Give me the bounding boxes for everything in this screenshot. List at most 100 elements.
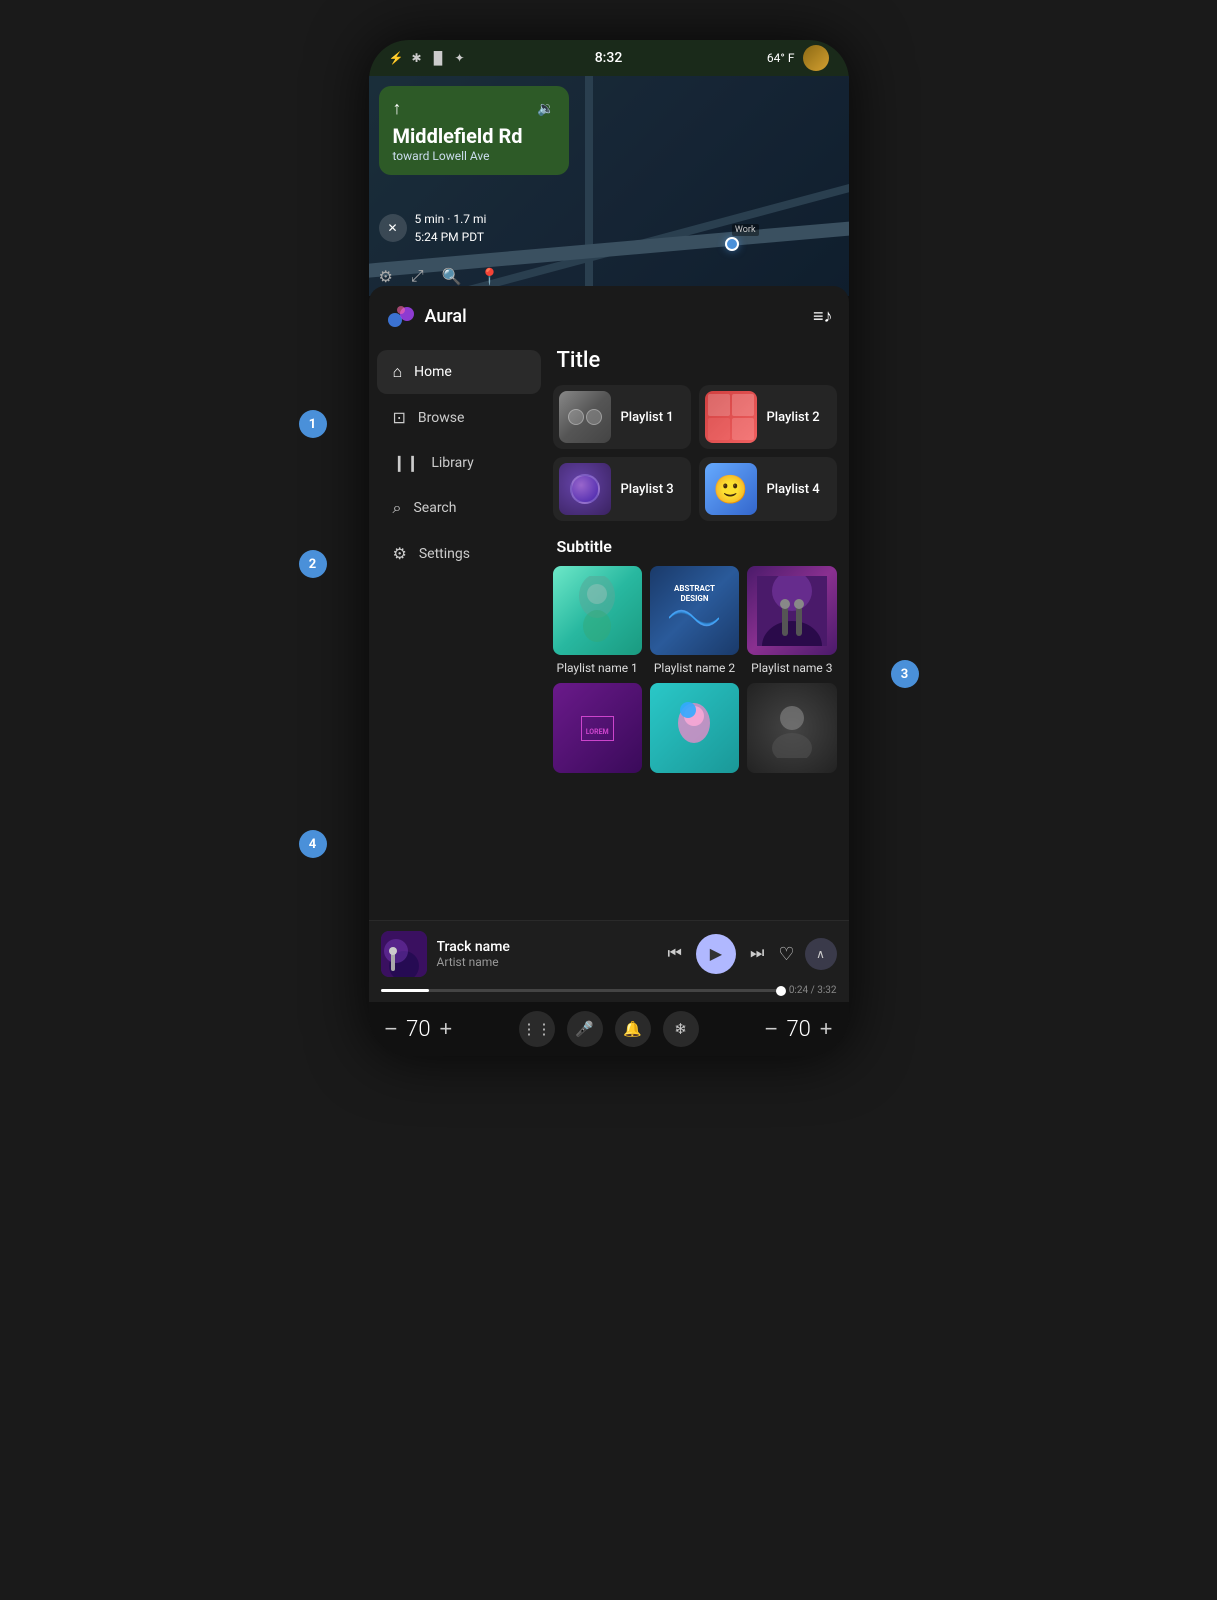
vol-left-plus[interactable]: +	[439, 1016, 452, 1042]
pin-icon[interactable]: 📍	[480, 267, 500, 286]
playlist-card-2[interactable]: Playlist 2	[699, 385, 837, 449]
playlist-v-3-name: Playlist name 3	[747, 661, 836, 675]
sidebar-item-home[interactable]: ⌂ Home	[377, 350, 541, 394]
library-icon: ❙❙	[393, 453, 420, 472]
playlist-thumb-v-6	[747, 683, 836, 772]
bluetooth-icon: ✱	[411, 51, 421, 65]
settings-icon: ⚙	[393, 544, 407, 563]
playlist-card-1[interactable]: Playlist 1	[553, 385, 691, 449]
nav-card-header: ↑ 🔉	[393, 98, 555, 119]
map-location-dot	[725, 237, 739, 251]
thumb-circle	[586, 409, 602, 425]
app-logo-area: Aural	[385, 300, 467, 332]
app-panel: Aural ≡♪ ⌂ Home ⊡ Browse ❙❙	[369, 286, 849, 1056]
avatar[interactable]	[803, 45, 829, 71]
playlist-1-name: Playlist 1	[621, 410, 674, 425]
map-road-2	[585, 76, 593, 296]
content-area: ⌂ Home ⊡ Browse ❙❙ Library ⌕ Search	[369, 340, 849, 920]
playlist-card-4[interactable]: 🙂 Playlist 4	[699, 457, 837, 521]
nav-arrow-icon: ↑	[393, 98, 402, 119]
playlist-v-1-name: Playlist name 1	[553, 661, 642, 675]
playlist-card-v-6[interactable]	[747, 683, 836, 773]
next-button[interactable]: ⏭	[746, 941, 768, 967]
map-work-label: Work	[732, 224, 759, 236]
sidebar-item-browse[interactable]: ⊡ Browse	[377, 396, 541, 439]
fan-icon[interactable]: ❄	[663, 1011, 699, 1047]
nav-street: Middlefield Rd	[393, 125, 555, 147]
play-button[interactable]: ▶	[696, 934, 736, 974]
playlist-thumb-4: 🙂	[705, 463, 757, 515]
playlist-2-name: Playlist 2	[767, 410, 820, 425]
annotation-3: 3	[891, 660, 919, 688]
playlist-thumb-v-5	[650, 683, 739, 772]
nav-card[interactable]: ↑ 🔉 Middlefield Rd toward Lowell Ave	[379, 86, 569, 175]
app-logo	[385, 300, 417, 332]
playlist-grid-3col: Playlist name 1 ABSTRACTDESIGN	[553, 566, 837, 675]
playlist-thumb-v-3	[747, 566, 836, 655]
progress-handle	[776, 986, 786, 996]
vol-right-minus[interactable]: −	[765, 1016, 778, 1042]
nav-eta-distance: 5 min · 1.7 mi	[415, 210, 487, 228]
time-display: 0:24 / 3:32	[789, 985, 837, 996]
annotation-2: 2	[299, 550, 327, 578]
nav-info-bar: ✕ 5 min · 1.7 mi 5:24 PM PDT	[379, 210, 487, 246]
bell-icon[interactable]: 🔔	[615, 1011, 651, 1047]
play-icon: ▶	[710, 944, 722, 964]
settings-map-icon[interactable]: ⚙	[379, 267, 393, 286]
playlist-thumb-2	[705, 391, 757, 443]
nav-volume-icon: 🔉	[537, 101, 554, 117]
playlist-card-v-2[interactable]: ABSTRACTDESIGN Playlist name 2	[650, 566, 739, 675]
sidebar-item-search[interactable]: ⌕ Search	[377, 486, 541, 530]
prev-button[interactable]: ⏮	[664, 941, 686, 967]
lorem-text: LOREM	[586, 728, 609, 736]
vol-right-plus[interactable]: +	[820, 1016, 833, 1042]
sidebar-library-label: Library	[431, 455, 473, 471]
sidebar-item-settings[interactable]: ⚙ Settings	[377, 532, 541, 575]
status-time: 8:32	[595, 50, 623, 66]
sidebar-settings-label: Settings	[419, 546, 470, 562]
playlist-thumb-v-4: LOREM	[553, 683, 642, 772]
playlist-card-v-3[interactable]: Playlist name 3	[747, 566, 836, 675]
playlist-thumb-v-1	[553, 566, 642, 655]
playlist-3-name: Playlist 3	[621, 482, 674, 497]
like-button[interactable]: ♡	[778, 944, 794, 965]
main-content: Title Playlist 1	[549, 340, 849, 920]
playlist-thumb-1	[559, 391, 611, 443]
player-track-name: Track name	[437, 939, 654, 955]
player-artist-name: Artist name	[437, 955, 654, 969]
playlist-card-3[interactable]: Playlist 3	[553, 457, 691, 521]
playlist-card-v-5[interactable]	[650, 683, 739, 773]
queue-icon[interactable]: ≡♪	[813, 306, 833, 327]
playlist-card-v-1[interactable]: Playlist name 1	[553, 566, 642, 675]
volume-right-ctrl: − 70 +	[765, 1016, 833, 1042]
playlist-grid-3col-row2: LOREM	[553, 683, 837, 773]
expand-button[interactable]: ∧	[805, 938, 837, 970]
volume-left-ctrl: − 70 +	[385, 1016, 453, 1042]
section-title: Title	[553, 348, 837, 373]
abstract-design-label: ABSTRACTDESIGN	[669, 584, 719, 603]
progress-bar-area: 0:24 / 3:32	[381, 985, 837, 996]
sidebar-item-library[interactable]: ❙❙ Library	[377, 441, 541, 484]
status-left: ⚡ ✱ ▐▌ ✦	[389, 51, 465, 65]
nav-eta: 5 min · 1.7 mi 5:24 PM PDT	[415, 210, 487, 246]
total-time: 3:32	[817, 985, 836, 996]
search-map-icon[interactable]: 🔍	[442, 267, 462, 286]
nav-close-button[interactable]: ✕	[379, 214, 407, 242]
playlist-thumb-v-2: ABSTRACTDESIGN	[650, 566, 739, 655]
route-icon[interactable]: ⤢	[411, 266, 424, 286]
phone-frame: ⚡ ✱ ▐▌ ✦ 8:32 64° F ↑ 🔉 Mi	[369, 40, 849, 1056]
progress-track[interactable]	[381, 989, 781, 992]
nav-arrival-time: 5:24 PM PDT	[415, 228, 487, 246]
vol-left-minus[interactable]: −	[385, 1016, 398, 1042]
mic-icon[interactable]: 🎤	[567, 1011, 603, 1047]
home-icon: ⌂	[393, 362, 403, 382]
browse-icon: ⊡	[393, 408, 406, 427]
section-subtitle: Subtitle	[553, 537, 837, 556]
temperature: 64° F	[767, 51, 795, 65]
lorem-box: LOREM	[581, 716, 614, 741]
grid-icon[interactable]: ⋮⋮	[519, 1011, 555, 1047]
map-area: ↑ 🔉 Middlefield Rd toward Lowell Ave ✕ 5…	[369, 76, 849, 296]
playlist-card-v-4[interactable]: LOREM	[553, 683, 642, 773]
bottom-bar: − 70 + ⋮⋮ 🎤 🔔 ❄ − 70 +	[369, 1002, 849, 1056]
sidebar-browse-label: Browse	[418, 410, 464, 426]
